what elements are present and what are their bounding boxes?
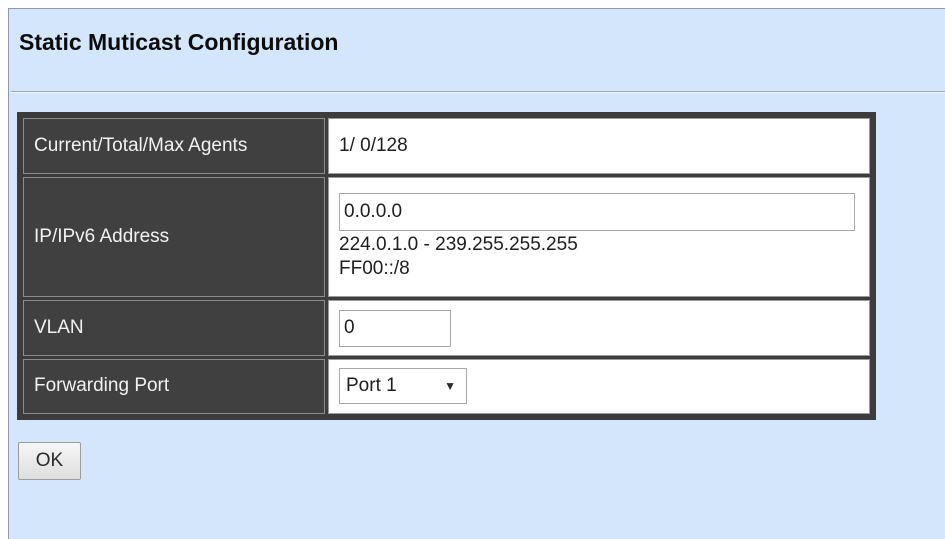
forwarding-port-label: Forwarding Port: [23, 358, 325, 414]
agents-label: Current/Total/Max Agents: [23, 118, 325, 175]
vlan-row: VLAN: [23, 300, 870, 356]
title-divider: [11, 91, 945, 93]
ipv4-range-hint: 224.0.1.0 - 239.255.255.255: [339, 234, 578, 256]
ok-button[interactable]: OK: [18, 442, 81, 480]
ip-address-label: IP/IPv6 Address: [23, 177, 325, 298]
forwarding-port-select[interactable]: Port 1 ▼: [339, 368, 467, 405]
vlan-label: VLAN: [23, 300, 325, 356]
config-table: Current/Total/Max Agents 1/ 0/128 IP/IPv…: [17, 112, 876, 420]
agents-value: 1/ 0/128: [328, 118, 870, 175]
vlan-cell: [328, 300, 870, 356]
ip-address-input[interactable]: [339, 193, 855, 232]
forwarding-port-row: Forwarding Port Port 1 ▼: [23, 358, 870, 414]
ip-address-cell: 224.0.1.0 - 239.255.255.255 FF00::/8: [328, 177, 870, 298]
page-title: Static Muticast Configuration: [19, 29, 339, 55]
forwarding-port-selected: Port 1: [346, 375, 397, 397]
forwarding-port-cell: Port 1 ▼: [328, 358, 870, 414]
ipv6-range-hint: FF00::/8: [339, 258, 410, 280]
ip-address-row: IP/IPv6 Address 224.0.1.0 - 239.255.255.…: [23, 177, 870, 298]
agents-row: Current/Total/Max Agents 1/ 0/128: [23, 118, 870, 175]
vlan-input[interactable]: [339, 309, 451, 347]
chevron-down-icon: ▼: [444, 379, 456, 394]
config-panel: Static Muticast Configuration Current/To…: [8, 8, 945, 539]
